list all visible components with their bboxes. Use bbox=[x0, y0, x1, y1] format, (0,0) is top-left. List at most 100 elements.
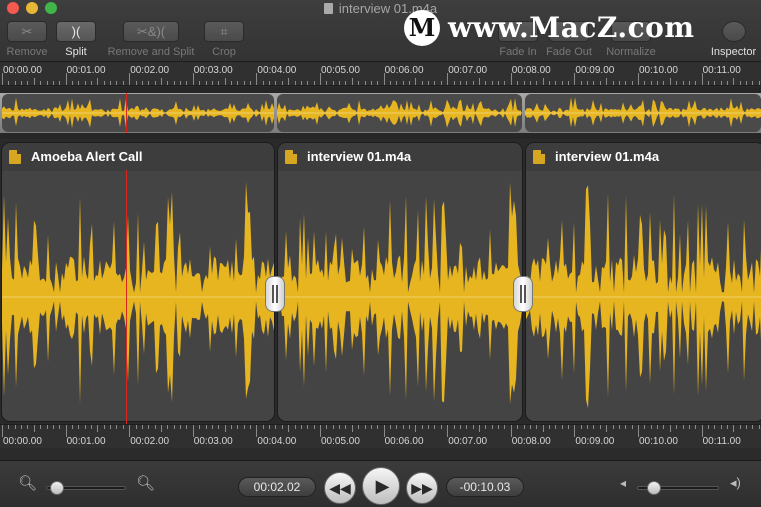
ruler-tick bbox=[593, 425, 594, 429]
ruler-tick bbox=[161, 425, 162, 432]
remove-and-split-button[interactable]: ✂&)( Remove and Split bbox=[104, 21, 198, 58]
ruler-tick bbox=[695, 81, 696, 85]
ruler-tick bbox=[721, 425, 722, 429]
clip-1[interactable]: Amoeba Alert Call bbox=[1, 142, 275, 422]
ruler-tick bbox=[415, 78, 416, 85]
ruler-time-label: 00:08.00 bbox=[511, 436, 551, 447]
rewind-button[interactable]: ◀◀ bbox=[324, 472, 356, 504]
play-button[interactable]: ▶ bbox=[362, 467, 400, 505]
ruler-time-label: 00:09.00 bbox=[575, 65, 615, 76]
ruler-tick bbox=[314, 425, 315, 429]
ruler-tick bbox=[746, 425, 747, 429]
ruler-tick bbox=[110, 81, 111, 85]
clip-3[interactable]: interview 01.m4a bbox=[525, 142, 761, 422]
clip-title: interview 01.m4a bbox=[555, 149, 660, 164]
ruler-tick bbox=[581, 81, 582, 85]
volume-low-icon: ◂ bbox=[620, 476, 627, 490]
ruler-tick bbox=[104, 81, 105, 85]
ruler-tick bbox=[536, 425, 537, 429]
ruler-tick bbox=[403, 425, 404, 429]
ruler-tick bbox=[218, 425, 219, 429]
overview-visible-region[interactable] bbox=[0, 93, 761, 133]
zoom-slider-knob[interactable] bbox=[50, 481, 64, 495]
overview-strip[interactable] bbox=[0, 87, 761, 139]
ruler-tick bbox=[606, 78, 607, 85]
ruler-time-label: 00:07.00 bbox=[448, 65, 488, 76]
ruler-tick bbox=[365, 425, 366, 429]
ruler-tick bbox=[371, 425, 372, 429]
inspector-button[interactable]: Inspector bbox=[706, 21, 761, 58]
ruler-tick bbox=[663, 425, 664, 429]
ruler-tick bbox=[568, 81, 569, 85]
overview-clip-3 bbox=[525, 94, 761, 132]
overview-waveform bbox=[2, 97, 274, 129]
timeline-ruler-bottom[interactable]: 00:00.00 00:01.00 00:02.00 00:03.00 00:04.00… bbox=[0, 424, 761, 448]
inspector-icon bbox=[721, 21, 746, 42]
clip-2[interactable]: interview 01.m4a bbox=[277, 142, 523, 422]
ruler-tick bbox=[434, 81, 435, 85]
clip-split-handle[interactable] bbox=[265, 276, 285, 312]
ruler-tick bbox=[53, 81, 54, 85]
ruler-tick bbox=[676, 81, 677, 85]
clip-header: interview 01.m4a bbox=[526, 143, 761, 171]
split-button[interactable]: )( Split bbox=[55, 21, 97, 58]
ruler-tick bbox=[40, 81, 41, 85]
ruler-time-label: 00:02.00 bbox=[130, 436, 170, 447]
remove-split-icon: ✂&)( bbox=[123, 21, 179, 42]
ruler-time-label: 00:11.00 bbox=[702, 436, 741, 447]
ruler-tick bbox=[275, 425, 276, 429]
ruler-tick bbox=[714, 81, 715, 85]
ruler-tick bbox=[288, 78, 289, 85]
ruler-tick bbox=[454, 425, 455, 429]
ruler-tick bbox=[695, 425, 696, 429]
ruler-tick bbox=[91, 425, 92, 429]
ruler-tick bbox=[110, 425, 111, 429]
ruler-tick bbox=[206, 81, 207, 85]
ruler-tick bbox=[434, 425, 435, 429]
crop-label: Crop bbox=[212, 46, 236, 58]
clip-split-handle[interactable] bbox=[513, 276, 533, 312]
waveform-editor[interactable]: Amoeba Alert Call interview 01.m4a inter… bbox=[0, 140, 761, 424]
fast-forward-button[interactable]: ▶▶ bbox=[406, 472, 438, 504]
ruler-tick bbox=[740, 81, 741, 85]
ruler-tick bbox=[180, 425, 181, 429]
timeline-ruler-top[interactable]: 00:00.00 00:01.00 00:02.00 00:03.00 00:04.00… bbox=[0, 62, 761, 86]
zoom-out-icon[interactable]: 🔍︎ bbox=[18, 474, 37, 492]
zoom-in-icon[interactable]: 🔍︎ bbox=[136, 474, 155, 492]
ruler-tick bbox=[632, 81, 633, 85]
ruler-time-label: 00:10.00 bbox=[639, 65, 678, 76]
ruler-tick bbox=[409, 81, 410, 85]
volume-slider-knob[interactable] bbox=[646, 481, 661, 495]
ruler-tick bbox=[167, 425, 168, 429]
audio-file-icon bbox=[533, 150, 545, 164]
clip-header: Amoeba Alert Call bbox=[2, 143, 274, 171]
crop-icon: ⌗ bbox=[204, 21, 244, 42]
ruler-time-label: 00:06.00 bbox=[384, 65, 424, 76]
ruler-tick bbox=[358, 81, 359, 85]
ruler-tick bbox=[123, 81, 124, 85]
playhead[interactable] bbox=[126, 170, 127, 424]
remove-button[interactable]: ✂ Remove bbox=[5, 21, 49, 58]
ruler-tick bbox=[85, 425, 86, 429]
ruler-tick bbox=[142, 425, 143, 429]
ruler-tick bbox=[524, 425, 525, 429]
ruler-tick bbox=[600, 425, 601, 429]
ruler-tick bbox=[752, 81, 753, 85]
ruler-tick bbox=[78, 81, 79, 85]
ruler-tick bbox=[186, 81, 187, 85]
ruler-tick bbox=[275, 81, 276, 85]
ruler-tick bbox=[759, 81, 760, 85]
ruler-tick bbox=[396, 425, 397, 429]
crop-button[interactable]: ⌗ Crop bbox=[203, 21, 245, 58]
ruler-tick bbox=[8, 425, 9, 429]
ruler-tick bbox=[403, 81, 404, 85]
ruler-tick bbox=[752, 425, 753, 429]
ruler-tick bbox=[454, 81, 455, 85]
ruler-tick bbox=[390, 81, 391, 85]
ruler-tick bbox=[352, 425, 353, 432]
ruler-tick bbox=[180, 81, 181, 85]
ruler-time-label: 00:00.00 bbox=[3, 436, 42, 447]
ruler-tick bbox=[263, 81, 264, 85]
ruler-tick bbox=[651, 425, 652, 429]
overview-clip-2 bbox=[277, 94, 522, 132]
